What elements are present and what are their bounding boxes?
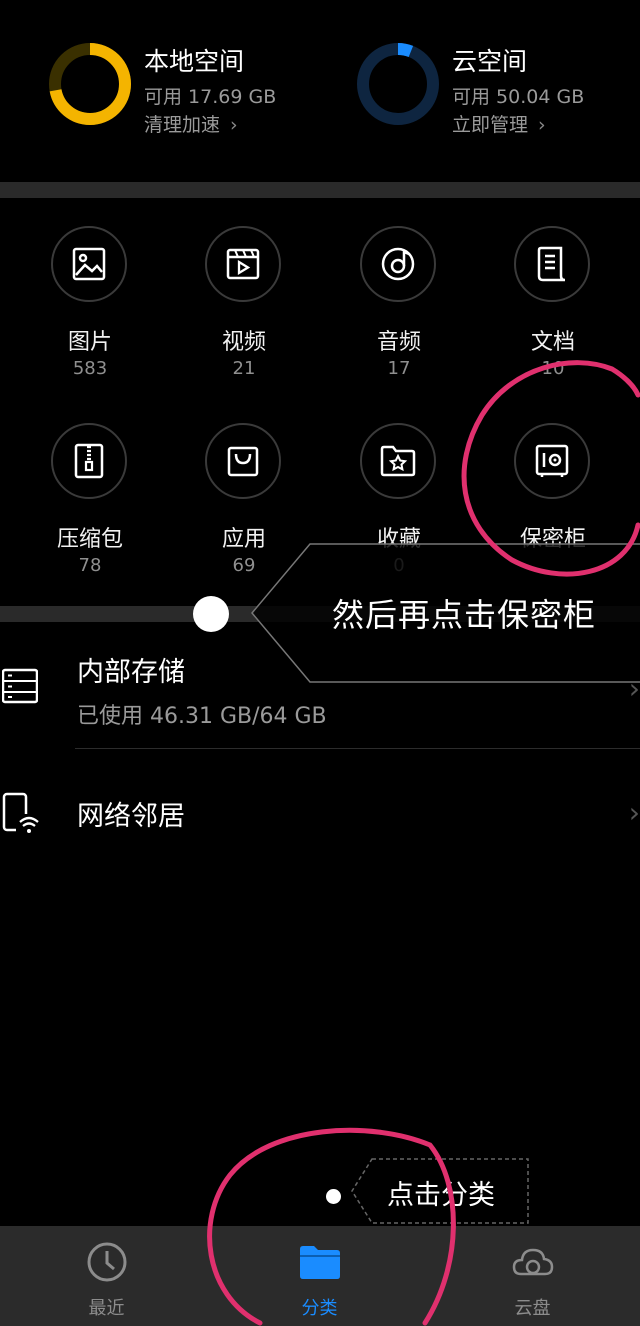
category-count: 78 bbox=[78, 555, 102, 576]
network-neighbor-title: 网络邻居 bbox=[77, 801, 185, 832]
image-icon bbox=[51, 226, 127, 302]
category-count: 583 bbox=[72, 358, 108, 379]
cloud-storage-available: 可用 50.04 GB bbox=[452, 86, 585, 108]
section-divider bbox=[0, 182, 640, 198]
internal-storage-title: 内部存储 bbox=[77, 657, 185, 688]
category-images[interactable]: 图片 583 bbox=[13, 226, 167, 396]
chevron-right-icon: › bbox=[628, 796, 640, 829]
category-videos[interactable]: 视频 21 bbox=[167, 226, 321, 396]
storage-drive-icon bbox=[2, 668, 38, 704]
chevron-right-icon: › bbox=[628, 672, 640, 705]
cloud-icon bbox=[512, 1248, 554, 1276]
document-icon bbox=[514, 226, 590, 302]
internal-storage-usage: 已使用 46.31 GB/64 GB bbox=[77, 704, 327, 729]
local-storage-card[interactable]: 本地空间 可用 17.69 GB 清理加速 › bbox=[48, 42, 348, 142]
manage-now-link[interactable]: 立即管理 › bbox=[452, 110, 546, 137]
local-storage-available: 可用 17.69 GB bbox=[144, 86, 277, 108]
audio-icon bbox=[360, 226, 436, 302]
annotation-circle-category bbox=[207, 1127, 456, 1326]
app-bag-icon bbox=[205, 423, 281, 499]
network-device-icon bbox=[2, 792, 40, 836]
tutorial-pointer-dot bbox=[193, 596, 229, 632]
chevron-right-icon: › bbox=[538, 114, 546, 136]
clean-speedup-link[interactable]: 清理加速 › bbox=[144, 110, 238, 137]
video-icon bbox=[205, 226, 281, 302]
category-archives[interactable]: 压缩包 78 bbox=[13, 423, 167, 593]
local-storage-title: 本地空间 bbox=[144, 47, 245, 76]
cloud-storage-ring bbox=[357, 43, 439, 125]
category-label: 压缩包 bbox=[56, 527, 123, 552]
internal-storage-row[interactable]: 内部存储 已使用 46.31 GB/64 GB › bbox=[0, 636, 640, 748]
nav-recent-label: 最近 bbox=[88, 1298, 125, 1319]
cloud-storage-title: 云空间 bbox=[452, 47, 528, 76]
cloud-storage-card[interactable]: 云空间 可用 50.04 GB 立即管理 › bbox=[356, 42, 640, 142]
category-label: 视频 bbox=[221, 330, 266, 355]
category-label: 文档 bbox=[530, 330, 575, 355]
list-divider bbox=[75, 748, 640, 749]
chevron-right-icon: › bbox=[230, 114, 238, 136]
local-storage-ring bbox=[49, 43, 131, 125]
tutorial-callout-text: 然后再点击保密柜 bbox=[332, 596, 597, 634]
category-label: 图片 bbox=[67, 330, 112, 355]
network-neighbor-row[interactable]: 网络邻居 › bbox=[0, 760, 640, 860]
category-label: 音频 bbox=[376, 330, 421, 355]
clean-speedup-label: 清理加速 bbox=[144, 114, 221, 136]
annotation-circle-safe bbox=[461, 360, 640, 577]
manage-now-label: 立即管理 bbox=[452, 114, 529, 136]
clock-icon bbox=[87, 1242, 127, 1282]
favorite-folder-icon bbox=[360, 423, 436, 499]
nav-recent[interactable]: 最近 bbox=[0, 1226, 213, 1326]
archive-icon bbox=[51, 423, 127, 499]
category-count: 21 bbox=[232, 358, 256, 379]
